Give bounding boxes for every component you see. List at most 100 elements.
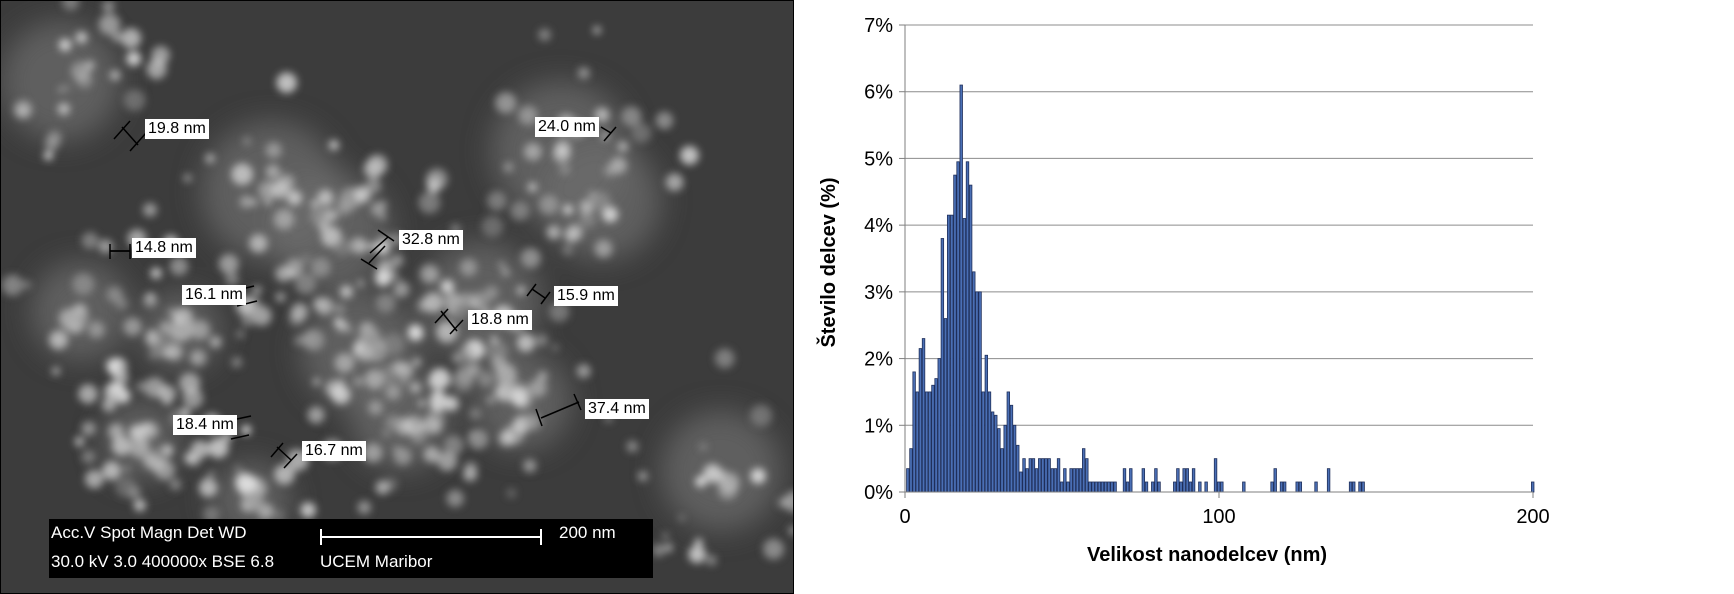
histogram-bar — [1154, 468, 1158, 493]
histogram-bar — [1185, 468, 1189, 493]
sem-particle — [587, 190, 597, 200]
sem-particle — [158, 385, 176, 403]
histogram-bar — [1044, 458, 1048, 493]
sem-particle — [422, 417, 440, 435]
sem-particle — [477, 371, 494, 388]
sem-particle — [516, 285, 526, 295]
sem-particle — [301, 254, 311, 264]
histogram-bar — [981, 391, 985, 493]
sem-particle — [102, 461, 121, 481]
sem-particle — [169, 478, 182, 491]
sem-particle — [347, 327, 354, 334]
histogram-bar — [1144, 481, 1149, 493]
sem-particle — [469, 407, 482, 420]
histogram-bar — [1075, 468, 1080, 493]
sem-particle — [495, 366, 518, 389]
info-lab: UCEM Maribor — [320, 552, 433, 571]
sem-particle — [154, 456, 161, 463]
sem-particle — [486, 396, 495, 404]
sem-particle — [393, 281, 410, 298]
sem-particle — [665, 173, 684, 192]
histogram-bars — [906, 84, 1535, 493]
sem-particle — [604, 164, 616, 177]
histogram-bar — [1025, 468, 1029, 493]
sem-particle — [546, 225, 561, 240]
sem-particle — [423, 292, 444, 313]
sem-particle — [523, 142, 542, 161]
sem-particle — [606, 205, 613, 211]
sem-particle — [440, 279, 454, 294]
histogram-bar — [1091, 481, 1095, 493]
y-tick-label: 0% — [864, 482, 893, 504]
histogram-bar — [1151, 481, 1155, 493]
histogram-bar — [1361, 481, 1365, 493]
histogram-bar — [1038, 458, 1042, 493]
sem-particle — [365, 178, 382, 194]
histogram-bar — [1031, 458, 1036, 493]
histogram-bar — [934, 378, 938, 493]
histogram-bar — [956, 161, 960, 493]
y-tick-label: 4% — [864, 215, 893, 237]
sem-particle — [310, 199, 320, 209]
sem-particle — [510, 201, 530, 221]
sem-particle — [481, 215, 503, 237]
histogram-bar — [1220, 481, 1224, 493]
y-tick-label: 6% — [864, 82, 893, 104]
sem-particle — [626, 440, 639, 453]
sem-particle — [325, 380, 342, 397]
histogram-bar — [928, 391, 932, 493]
sem-particle — [241, 425, 252, 435]
histogram-bar — [1242, 481, 1246, 493]
sem-particle — [368, 400, 383, 415]
sem-particle — [72, 273, 95, 295]
measurement-label: 24.0 nm — [535, 117, 599, 137]
histogram-bar — [925, 391, 929, 493]
sem-info-bar: Acc.V Spot Magn Det WD 30.0 kV 3.0 40000… — [49, 519, 653, 578]
sem-particle — [141, 422, 159, 439]
sem-particle — [515, 395, 527, 407]
sem-particle — [426, 168, 448, 190]
sem-particle — [17, 105, 29, 117]
sem-particle — [593, 26, 601, 34]
sem-particle — [703, 464, 722, 483]
histogram-bar — [1107, 481, 1111, 493]
sem-particle — [501, 268, 510, 277]
sem-particle — [129, 437, 150, 458]
sem-particle — [750, 404, 772, 427]
sem-particle — [234, 465, 242, 473]
histogram-bar — [1053, 468, 1058, 493]
histogram-bar — [1097, 481, 1102, 493]
sem-particle — [239, 195, 253, 208]
sem-particle — [714, 348, 735, 369]
histogram-bar — [1122, 468, 1127, 493]
sem-particle — [379, 365, 399, 385]
sem-particle — [662, 532, 669, 540]
histogram-bar — [968, 184, 973, 493]
sem-particle — [655, 111, 674, 130]
histogram-bar — [1100, 481, 1105, 493]
sem-particle — [189, 349, 207, 367]
sem-particle — [562, 244, 574, 256]
sem-particle — [168, 327, 184, 342]
sem-particle — [133, 499, 146, 512]
sem-particle — [407, 325, 424, 342]
sem-particle — [413, 358, 421, 366]
y-tick-label: 3% — [864, 282, 893, 304]
sem-particle — [150, 267, 162, 279]
sem-particle — [563, 204, 573, 215]
x-tick-label: 100 — [1202, 506, 1235, 528]
sem-particle — [258, 180, 277, 200]
sem-particle — [334, 353, 355, 373]
sem-particle — [637, 471, 648, 482]
histogram-bar — [931, 384, 935, 493]
sem-particle — [450, 301, 469, 320]
sem-particle — [275, 292, 286, 303]
sem-particle — [241, 313, 255, 327]
sem-particle — [495, 92, 517, 114]
histogram-bar — [1016, 444, 1020, 493]
sem-particle — [75, 31, 88, 44]
sem-particle — [418, 399, 426, 407]
sem-particle — [370, 202, 386, 217]
y-axis-label: Število delcev (%) — [816, 177, 840, 347]
x-axis-label: Velikost nanodelcev (nm) — [1087, 544, 1327, 566]
